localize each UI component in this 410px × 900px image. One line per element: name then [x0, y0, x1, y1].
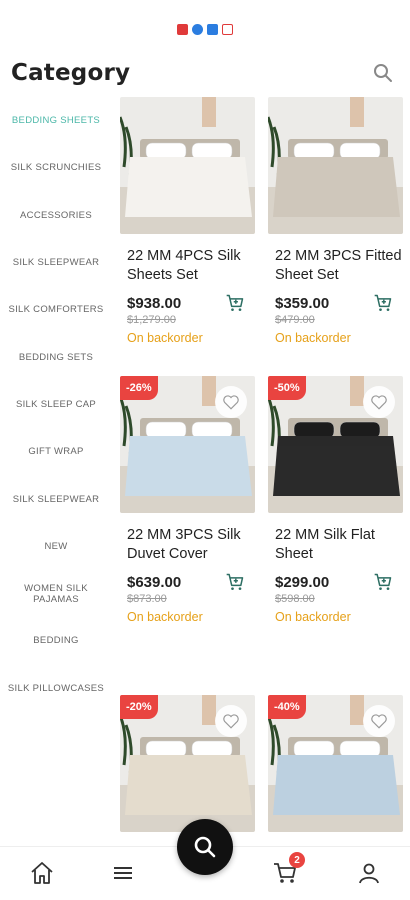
- add-to-cart-icon: [226, 294, 244, 311]
- product-card[interactable]: -20%: [120, 695, 255, 832]
- home-icon: [31, 862, 53, 884]
- add-to-cart-icon: [226, 573, 244, 590]
- product-card[interactable]: -26% 22 MM 3PCS Silk Duvet Cover $639.00 $8…: [120, 376, 255, 624]
- product-image[interactable]: -26%: [120, 376, 255, 513]
- add-to-cart-button[interactable]: [373, 293, 393, 313]
- product-image[interactable]: [120, 97, 255, 234]
- menu-icon: [114, 867, 132, 879]
- product-card[interactable]: -50% 22 MM Silk Flat Sheet $299.00 $598.00 O…: [268, 376, 403, 624]
- heart-icon: [223, 395, 239, 410]
- nav-cart[interactable]: 2: [272, 852, 305, 886]
- product-price: $639.00: [127, 574, 182, 591]
- product-card[interactable]: 22 MM 3PCS Fitted Sheet Set $359.00 $479.0…: [268, 97, 403, 345]
- category-sidebar: BEDDING SHEETS SILK SCRUNCHIES ACCESSORIES…: [0, 97, 112, 712]
- search-button[interactable]: [372, 62, 394, 84]
- user-icon: [359, 863, 379, 884]
- product-name[interactable]: 22 MM 3PCS Fitted Sheet Set: [268, 247, 403, 285]
- stock-status: On backorder: [127, 610, 203, 624]
- wishlist-button[interactable]: [215, 705, 247, 737]
- sidebar-item[interactable]: ACCESSORIES: [0, 192, 112, 239]
- sidebar-item[interactable]: SILK SLEEPWEAR: [0, 239, 112, 286]
- app-notification-icon: [192, 24, 203, 35]
- app-notification-icon: [177, 24, 188, 35]
- product-image[interactable]: [268, 97, 403, 234]
- product-name[interactable]: 22 MM 3PCS Silk Duvet Cover: [120, 526, 255, 564]
- sidebar-item[interactable]: SILK SLEEP CAP: [0, 381, 112, 428]
- product-card[interactable]: -40%: [268, 695, 403, 832]
- sidebar-item[interactable]: SILK PILLOWCASES: [0, 665, 112, 712]
- nav-home[interactable]: [29, 860, 55, 886]
- sidebar-item[interactable]: BEDDING SHEETS: [0, 97, 112, 144]
- nav-menu[interactable]: [110, 860, 136, 886]
- heart-icon: [371, 395, 387, 410]
- stock-status: On backorder: [127, 331, 203, 345]
- stock-status: On backorder: [275, 331, 351, 345]
- page-title: Category: [11, 60, 131, 86]
- product-price: $938.00: [127, 295, 182, 312]
- wishlist-button[interactable]: [215, 386, 247, 418]
- search-icon: [194, 836, 216, 858]
- add-to-cart-icon: [374, 573, 392, 590]
- wishlist-button[interactable]: [363, 386, 395, 418]
- product-price: $299.00: [275, 574, 330, 591]
- app-notification-icon: [207, 24, 218, 35]
- product-name[interactable]: 22 MM 4PCS Silk Sheets Set: [120, 247, 255, 285]
- original-price: $598.00: [275, 593, 315, 605]
- product-card[interactable]: 22 MM 4PCS Silk Sheets Set $938.00 $1,279.…: [120, 97, 255, 345]
- product-image[interactable]: -40%: [268, 695, 403, 832]
- wishlist-button[interactable]: [363, 705, 395, 737]
- discount-badge: -50%: [268, 376, 306, 400]
- sidebar-item[interactable]: BEDDING SETS: [0, 333, 112, 380]
- heart-icon: [223, 714, 239, 729]
- product-price: $359.00: [275, 295, 330, 312]
- add-to-cart-button[interactable]: [225, 293, 245, 313]
- bottom-navigation: 2: [0, 819, 410, 900]
- sidebar-item[interactable]: SILK COMFORTERS: [0, 286, 112, 333]
- product-name[interactable]: 22 MM Silk Flat Sheet: [268, 526, 403, 564]
- sidebar-item[interactable]: WOMEN SILK PAJAMAS: [0, 570, 112, 617]
- heart-icon: [371, 714, 387, 729]
- search-fab-button[interactable]: [177, 819, 233, 875]
- status-bar: [0, 24, 410, 35]
- product-image[interactable]: -50%: [268, 376, 403, 513]
- stock-status: On backorder: [275, 610, 351, 624]
- sidebar-item[interactable]: SILK SLEEPWEAR: [0, 475, 112, 522]
- sidebar-item[interactable]: GIFT WRAP: [0, 428, 112, 475]
- sidebar-item[interactable]: SILK SCRUNCHIES: [0, 144, 112, 191]
- original-price: $479.00: [275, 314, 315, 326]
- discount-badge: -20%: [120, 695, 158, 719]
- original-price: $873.00: [127, 593, 167, 605]
- discount-badge: -26%: [120, 376, 158, 400]
- add-to-cart-icon: [374, 294, 392, 311]
- header: Category: [0, 58, 410, 92]
- cart-count-badge: 2: [289, 852, 305, 868]
- add-to-cart-button[interactable]: [225, 572, 245, 592]
- product-image[interactable]: -20%: [120, 695, 255, 832]
- nav-account[interactable]: [356, 860, 382, 886]
- sidebar-item[interactable]: NEW: [0, 523, 112, 570]
- discount-badge: -40%: [268, 695, 306, 719]
- search-icon: [374, 64, 392, 82]
- sidebar-item[interactable]: BEDDING: [0, 617, 112, 664]
- add-to-cart-button[interactable]: [373, 572, 393, 592]
- original-price: $1,279.00: [127, 314, 176, 326]
- app-notification-icon: [222, 24, 233, 35]
